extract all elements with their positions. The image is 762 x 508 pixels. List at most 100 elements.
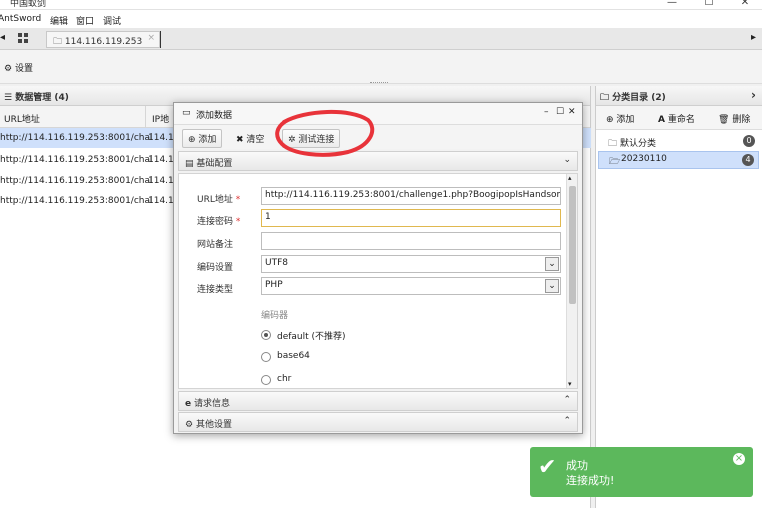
row-url: http://114.116.119.253:8001/chal [0, 133, 153, 143]
maximize-button[interactable]: ☐ [699, 0, 719, 8]
close-button[interactable]: ✕ [735, 0, 755, 8]
password-label: 连接密码 * [197, 214, 240, 227]
category-count-badge: 0 [743, 135, 755, 147]
form-scrollbar[interactable]: ▴ ▾ [566, 174, 577, 388]
annotation-circle [275, 110, 375, 157]
category-rename-button[interactable]: A 重命名 [658, 112, 695, 125]
dialog-clear-label: 清空 [246, 135, 265, 145]
scroll-up-icon[interactable]: ▴ [568, 174, 572, 182]
dialog-clear-button[interactable]: ✖ 清空 [236, 132, 264, 145]
plus-circle-icon: ⊕ [606, 115, 614, 125]
section-basic-label: 基础配置 [196, 159, 233, 169]
window-title: 中国蚁剑 [10, 0, 47, 9]
dialog-add-button[interactable]: ⊕ 添加 [182, 129, 223, 148]
folder-open-icon: 🗁 [609, 157, 621, 167]
category-panel-header: 🗀 分类目录 (2) › [596, 86, 762, 106]
dialog-title: 添加数据 [196, 111, 233, 121]
dialog-close-button[interactable]: ✕ [568, 107, 576, 117]
font-icon: A [658, 115, 665, 125]
grid-icon[interactable] [18, 33, 28, 43]
gears-icon: ⚙ [185, 420, 194, 430]
encoder-default-label[interactable]: default (不推荐) [277, 329, 346, 342]
tab-nav-left-icon[interactable]: ◂ [0, 32, 5, 43]
minimize-button[interactable]: — [662, 0, 682, 8]
section-request-label: 请求信息 [193, 399, 230, 409]
password-input[interactable]: 1 [261, 209, 561, 227]
section-other-label: 其他设置 [195, 420, 232, 430]
chevron-down-icon: ⌄ [545, 279, 559, 293]
row-ip: 114.1 [148, 176, 174, 186]
check-icon: ✔ [538, 455, 557, 480]
data-panel-title: 数据管理 (4) [15, 93, 69, 103]
toast-close-icon[interactable]: × [733, 453, 745, 465]
tab-close-icon[interactable]: × [147, 33, 155, 43]
type-value: PHP [265, 280, 283, 290]
dialog-minimize-button[interactable]: – [544, 107, 549, 117]
shell-toolbar: ⚙ 设置 [0, 50, 762, 84]
row-ip: 114.1 [148, 196, 174, 206]
settings-button[interactable]: ⚙ 设置 [4, 61, 33, 74]
row-ip: 114.1 [148, 133, 174, 143]
gear-icon: ⚙ [4, 64, 13, 74]
type-label: 连接类型 [197, 285, 234, 295]
encoder-base64-radio[interactable] [261, 352, 271, 362]
resize-handle[interactable] [370, 82, 388, 84]
type-select[interactable]: PHP ⌄ [261, 277, 561, 295]
encoder-label: 编码器 [261, 311, 289, 321]
category-panel: 🗀 分类目录 (2) › ⊕ 添加 A 重命名 🗑 删除 🗀 默认分类 0 🗁 … [595, 86, 762, 508]
chevron-down-icon: ⌄ [563, 155, 571, 165]
menu-debug[interactable]: 调试 [103, 14, 121, 27]
category-rename-label: 重命名 [667, 115, 695, 125]
category-add-button[interactable]: ⊕ 添加 [606, 112, 634, 125]
dialog-maximize-button[interactable]: ☐ [556, 107, 564, 117]
category-item-20230110[interactable]: 🗁 20230110 4 [598, 151, 759, 169]
tab-label: 114.116.119.253 [64, 37, 143, 47]
menu-bar: AntSword 编辑 窗口 调试 [0, 10, 762, 28]
ie-icon: e [185, 399, 192, 409]
required-mark: * [235, 217, 241, 227]
tab-divider [160, 31, 161, 48]
encoder-chr-label[interactable]: chr [277, 374, 291, 384]
toast-title: 成功 [566, 459, 588, 472]
scroll-thumb[interactable] [569, 186, 576, 304]
folder-icon: 🗀 [600, 93, 610, 103]
basic-config-form: URL地址 * http://114.116.119.253:8001/chal… [178, 173, 578, 389]
url-input[interactable]: http://114.116.119.253:8001/challenge1.p… [261, 187, 561, 205]
x-icon: ✖ [236, 135, 244, 145]
menu-edit[interactable]: 编辑 [50, 14, 68, 27]
row-url: http://114.116.119.253:8001/chal [0, 176, 153, 186]
note-input[interactable] [261, 232, 561, 250]
row-url: http://114.116.119.253:8001/chal [0, 196, 153, 206]
encoder-chr-radio[interactable] [261, 375, 271, 385]
menu-antsword[interactable]: AntSword [0, 14, 41, 24]
category-label: 20230110 [621, 154, 667, 164]
settings-label: 设置 [14, 64, 33, 74]
column-divider[interactable] [145, 106, 146, 128]
required-mark: * [235, 195, 241, 205]
scroll-down-icon[interactable]: ▾ [568, 380, 572, 388]
tab-shell-114[interactable]: 🗀 114.116.119.253 × [46, 31, 160, 48]
chevron-down-icon: ⌄ [545, 257, 559, 271]
category-count-badge: 4 [742, 154, 754, 166]
window-titlebar: 中国蚁剑 — ☐ ✕ [0, 0, 762, 10]
encoder-default-radio[interactable] [261, 330, 271, 340]
chevron-up-icon: ⌃ [563, 395, 571, 405]
list-icon: ▤ [185, 159, 194, 169]
chevron-up-icon: ⌃ [563, 416, 571, 426]
collapse-arrow-icon[interactable]: › [751, 88, 756, 102]
column-url[interactable]: URL地址 [4, 112, 40, 125]
folder-icon: 🗀 [608, 139, 618, 149]
menu-window[interactable]: 窗口 [76, 14, 94, 27]
tab-nav-right-icon[interactable]: ▸ [751, 32, 756, 43]
dialog-add-label: 添加 [198, 135, 217, 145]
category-delete-button[interactable]: 🗑 删除 [718, 112, 750, 125]
column-ip[interactable]: IP地 [152, 112, 169, 125]
category-item-default[interactable]: 🗀 默认分类 0 [598, 133, 759, 151]
section-other-settings[interactable]: ⚙ 其他设置 ⌃ [178, 412, 578, 432]
url-label: URL地址 * [197, 192, 240, 205]
encoder-base64-label[interactable]: base64 [277, 351, 310, 361]
category-delete-label: 删除 [732, 115, 751, 125]
category-toolbar: ⊕ 添加 A 重命名 🗑 删除 [596, 106, 762, 130]
encoding-select[interactable]: UTF8 ⌄ [261, 255, 561, 273]
section-request-info[interactable]: e 请求信息 ⌃ [178, 391, 578, 411]
